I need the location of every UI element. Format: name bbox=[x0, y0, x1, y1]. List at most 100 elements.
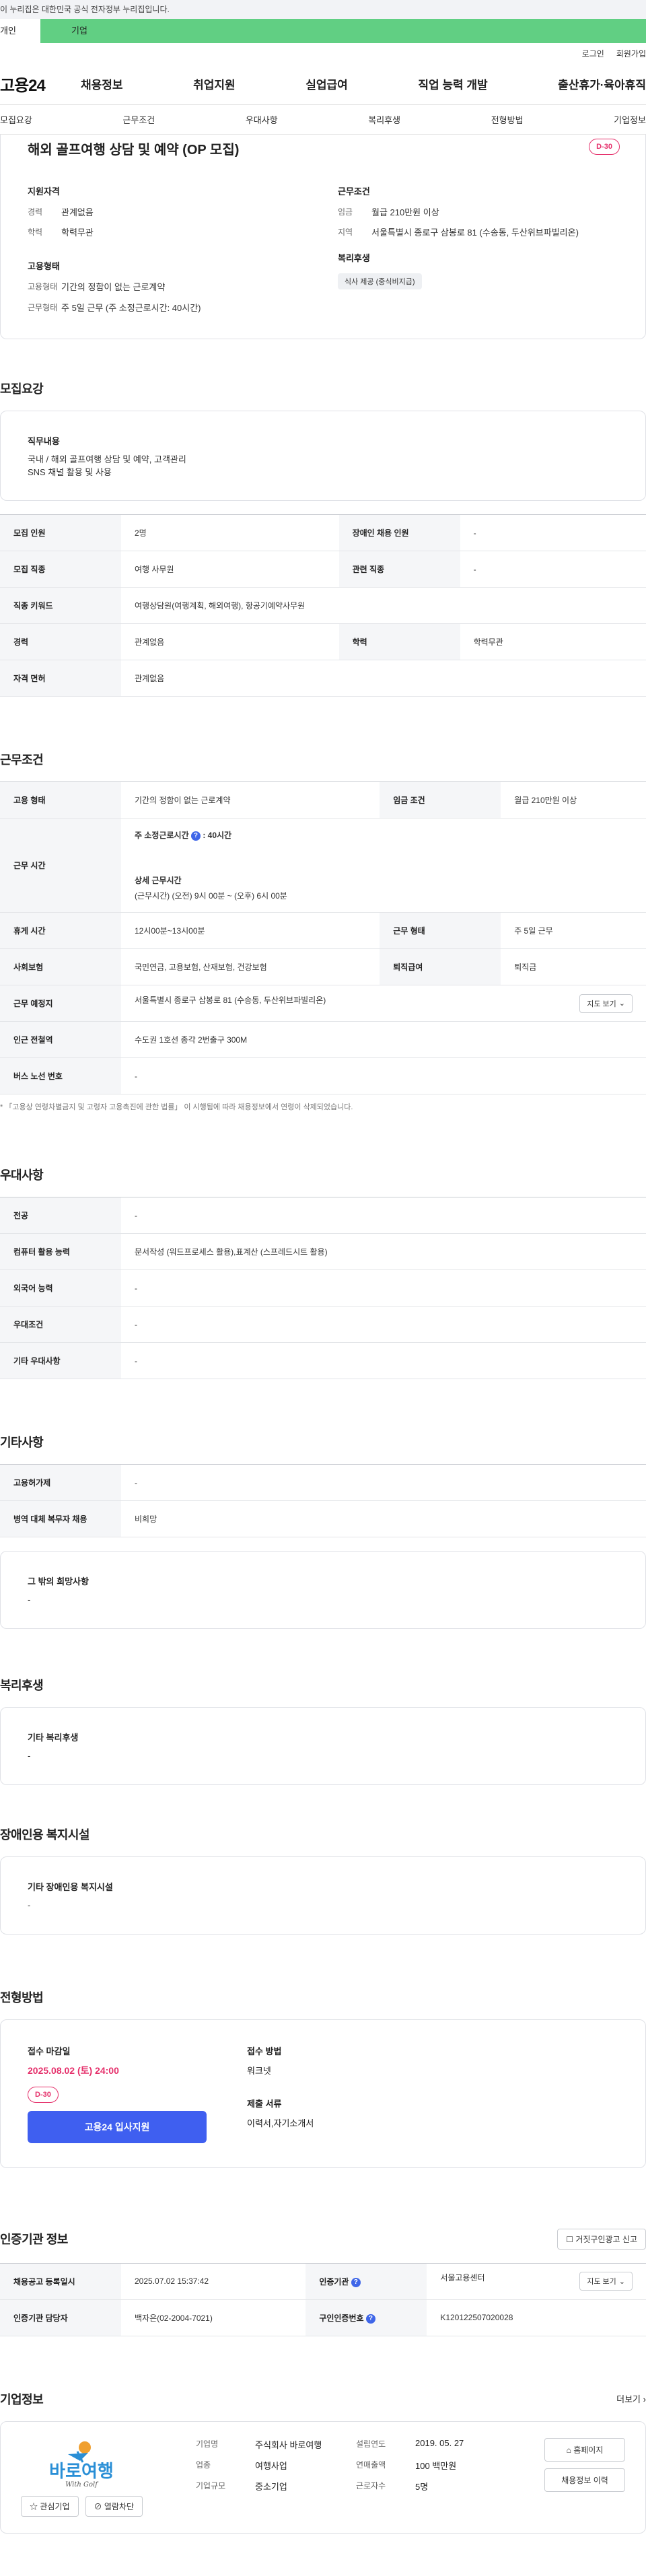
site-logo[interactable]: 고용24 bbox=[0, 72, 81, 96]
help-icon[interactable]: ? bbox=[365, 2313, 375, 2324]
process-section-title: 전형방법 bbox=[0, 1990, 44, 2005]
company-logo: 바로여행 With Golf bbox=[21, 2438, 142, 2492]
job-summary-card: 해외 골프여행 상담 및 예약 (OP 모집) D-30 지원자격 경력 관계없음… bbox=[0, 135, 646, 339]
table-label: 퇴직급여 bbox=[380, 948, 501, 986]
signup-link[interactable]: 회원가입 bbox=[616, 48, 646, 59]
method-heading: 접수 방법 bbox=[247, 2046, 282, 2056]
company-logo-area: 바로여행 With Golf ☆ 관심기업 ⊘ 열람차단 bbox=[21, 2438, 155, 2517]
workcond-table: 고용 형태 기간의 정함이 없는 근로계약 임금 조건 월급 210만원 이상 … bbox=[0, 781, 646, 1095]
report-button-label: 거짓구인광고 신고 bbox=[575, 2234, 637, 2244]
docs-heading: 제출 서류 bbox=[247, 2098, 282, 2109]
table-value: - bbox=[121, 1342, 646, 1380]
login-link[interactable]: 로그인 bbox=[582, 48, 604, 59]
duty-heading: 직무내용 bbox=[28, 436, 60, 446]
chevron-down-icon: ⌄ bbox=[618, 2277, 625, 2286]
subnav-process[interactable]: 전형방법 bbox=[491, 113, 524, 126]
hours-detail-label: 상세 근무시간 bbox=[135, 876, 182, 886]
company-logo-subtext: With Golf bbox=[65, 2481, 99, 2488]
table-row: 자격 면허 관계없음 bbox=[0, 660, 646, 697]
company-est-value: 2019. 05. 27 bbox=[415, 2437, 464, 2448]
favorite-button[interactable]: ☆ 관심기업 bbox=[21, 2495, 79, 2517]
table-row: 근무 예정지 서울특별시 종로구 삼봉로 81 (수송동, 두산위브파빌리온) … bbox=[0, 985, 646, 1022]
more-link[interactable]: 더보기 › bbox=[616, 2392, 646, 2405]
table-row: 우대조건 - bbox=[0, 1306, 646, 1344]
table-label: 인증기관 ? bbox=[306, 2263, 427, 2300]
table-row: 인증기관 담당자 백자은(02-2004-7021) 구인인증번호 ? K120… bbox=[0, 2299, 646, 2336]
table-value: - bbox=[460, 514, 646, 552]
table-row: 인근 전철역 수도권 1호선 종각 2번출구 300M bbox=[0, 1021, 646, 1059]
subnav-company[interactable]: 기업정보 bbox=[614, 113, 646, 126]
gnb-item-employment-support[interactable]: 취업지원 bbox=[193, 75, 236, 92]
duty-line-1: 국내 / 해외 골프여행 상담 및 예약, 고객관리 bbox=[28, 454, 186, 464]
job-history-button[interactable]: 채용정보 이력 bbox=[544, 2468, 625, 2492]
table-label: 학력 bbox=[338, 623, 460, 661]
table-value: 월급 210만원 이상 bbox=[501, 781, 646, 819]
table-value: K120122507020028 bbox=[427, 2299, 646, 2336]
more-link-label: 더보기 bbox=[616, 2394, 641, 2405]
subnav-recruit[interactable]: 모집요강 bbox=[0, 113, 32, 126]
company-size-label: 기업규모 bbox=[196, 2480, 226, 2491]
apply-button[interactable]: 고용24 입사지원 bbox=[28, 2110, 207, 2143]
table-label: 경력 bbox=[0, 623, 121, 661]
table-label: 모집 인원 bbox=[0, 514, 121, 552]
place-cell: 서울특별시 종로구 삼봉로 81 (수송동, 두산위브파빌리온) 지도 보기 ⌄ bbox=[121, 985, 646, 1022]
map-button[interactable]: 지도 보기 ⌄ bbox=[579, 994, 633, 1013]
report-button[interactable]: ☐ 거짓구인광고 신고 bbox=[557, 2228, 646, 2250]
job-title: 해외 골프여행 상담 및 예약 (OP 모집) bbox=[28, 143, 240, 158]
workcond-section-title: 근무조건 bbox=[0, 753, 44, 767]
agency-map-button[interactable]: 지도 보기 ⌄ bbox=[579, 2272, 633, 2291]
etc-section-title: 기타사항 bbox=[0, 1436, 44, 1450]
gnb-item-jobs[interactable]: 채용정보 bbox=[81, 75, 123, 92]
table-value: 퇴직금 bbox=[501, 948, 646, 986]
block-button-label: 열람차단 bbox=[104, 2501, 135, 2511]
table-label: 컴퓨터 활용 능력 bbox=[0, 1233, 121, 1271]
homepage-button[interactable]: ⌂ 홈페이지 bbox=[544, 2437, 625, 2462]
org-label: 인증기관 bbox=[319, 2276, 349, 2287]
table-row: 기타 우대사항 - bbox=[0, 1342, 646, 1380]
subnav-prefer[interactable]: 우대사항 bbox=[246, 113, 278, 126]
table-label: 구인인증번호 ? bbox=[306, 2299, 427, 2336]
table-value: 관계없음 bbox=[121, 660, 646, 697]
table-value: - bbox=[121, 1197, 646, 1234]
block-button[interactable]: ⊘ 열람차단 bbox=[85, 2495, 143, 2517]
subnav-welfare[interactable]: 복리후생 bbox=[368, 113, 400, 126]
table-row: 모집 직종 여행 사무원 관련 직종 - bbox=[0, 551, 646, 588]
util-links: 로그인 회원가입 bbox=[0, 43, 646, 63]
hours-detail-value: (근무시간) (오전) 9시 00분 ~ (오후) 6시 00분 bbox=[135, 891, 287, 901]
table-label: 외국어 능력 bbox=[0, 1269, 121, 1307]
place-value: 서울특별시 종로구 삼봉로 81 (수송동, 두산위브파빌리온) bbox=[135, 995, 326, 1005]
table-row: 고용 형태 기간의 정함이 없는 근로계약 임금 조건 월급 210만원 이상 bbox=[0, 781, 646, 819]
emp-type-value: 기간의 정함이 없는 근로계약 bbox=[61, 282, 166, 293]
company-sales-label: 연매출액 bbox=[356, 2460, 386, 2470]
subnav-workcond[interactable]: 근무조건 bbox=[122, 113, 155, 126]
gnb-item-parental-leave[interactable]: 출산휴가·육아휴직 bbox=[558, 75, 646, 92]
gnb-item-training[interactable]: 직업 능력 개발 bbox=[418, 75, 487, 92]
agency-map-button-label: 지도 보기 bbox=[587, 2278, 616, 2287]
company-sales-value: 100 백만원 bbox=[415, 2460, 457, 2471]
welfare-other-value: - bbox=[28, 1751, 31, 1762]
welfare-section-title: 복리후생 bbox=[0, 1679, 44, 1693]
qualification-heading: 지원자격 bbox=[28, 186, 60, 197]
help-icon[interactable]: ? bbox=[190, 831, 201, 841]
table-label: 기타 우대사항 bbox=[0, 1342, 121, 1380]
disabled-other-heading: 기타 장애인용 복지시설 bbox=[28, 1882, 113, 1893]
tab-personal[interactable]: 개인 bbox=[0, 19, 40, 43]
star-icon: ☆ bbox=[30, 2501, 38, 2511]
table-row: 경력 관계없음 학력 학력무관 bbox=[0, 623, 646, 661]
welfare-box: 기타 복리후생 - bbox=[0, 1707, 646, 1786]
table-row: 사회보험 국민연금, 고용보험, 산재보험, 건강보험 퇴직급여 퇴직금 bbox=[0, 948, 646, 986]
help-icon[interactable]: ? bbox=[351, 2277, 361, 2287]
gnb-item-unemployment-benefit[interactable]: 실업급여 bbox=[306, 75, 348, 92]
company-logo-text: 바로여행 bbox=[49, 2462, 114, 2482]
table-value: 주 5일 근무 bbox=[501, 912, 646, 950]
welfare-pill: 식사 제공 (중식비지급) bbox=[338, 273, 422, 290]
org-value: 서울고용센터 bbox=[440, 2273, 485, 2283]
company-name-label: 기업명 bbox=[196, 2439, 219, 2449]
table-label: 병역 대체 복무자 채용 bbox=[0, 1500, 121, 1538]
company-employees-label: 근로자수 bbox=[356, 2480, 386, 2491]
prefer-section-title: 우대사항 bbox=[0, 1169, 44, 1183]
table-value: - bbox=[121, 1306, 646, 1344]
tab-company[interactable]: 기업 bbox=[40, 19, 646, 43]
table-label: 자격 면허 bbox=[0, 660, 121, 697]
table-row: 버스 노선 번호 - bbox=[0, 1057, 646, 1095]
